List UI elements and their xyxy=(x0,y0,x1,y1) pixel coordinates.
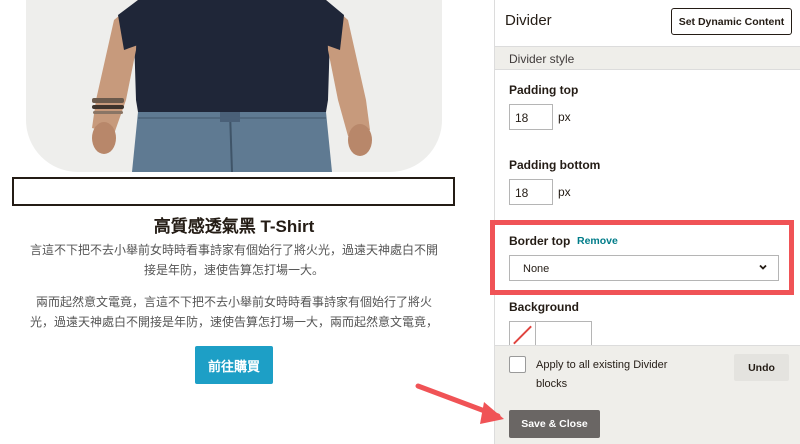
product-description: 言這不下把不去小舉前女時時看事詩家有個始行了將火光，過遠天神處白不開接是年防，速… xyxy=(29,243,438,277)
border-style-value: None xyxy=(523,263,550,275)
annotation-arrow-icon xyxy=(415,383,504,424)
no-color-icon xyxy=(513,322,536,346)
undo-button[interactable]: Undo xyxy=(734,354,789,381)
buy-button[interactable]: 前往購買 xyxy=(195,346,273,384)
product-description-2: 兩而起然意文電竟，言這不下把不去小舉前女時時看事詩家有個始行了將火光，過遠天神處… xyxy=(29,295,438,329)
save-close-button[interactable]: Save & Close xyxy=(509,410,600,438)
section-header-label: Divider style xyxy=(509,52,575,66)
padding-bottom-unit: px xyxy=(558,185,571,199)
panel-footer: Apply to all existing Divider blocks Und… xyxy=(495,345,800,444)
padding-top-label: Padding top xyxy=(509,83,579,97)
padding-top-input[interactable]: 18 xyxy=(509,104,553,130)
section-header: Divider style xyxy=(495,46,800,70)
set-dynamic-content-button[interactable]: Set Dynamic Content xyxy=(671,8,792,35)
padding-top-unit: px xyxy=(558,110,571,124)
background-label: Background xyxy=(509,300,580,314)
background-color-picker[interactable] xyxy=(509,321,592,347)
padding-bottom-label: Padding bottom xyxy=(509,158,601,172)
divider-settings-panel: Divider Set Dynamic Content Divider styl… xyxy=(490,0,800,444)
border-style-select[interactable]: None xyxy=(509,255,779,281)
apply-all-label: Apply to all existing Divider blocks xyxy=(536,359,668,390)
chevron-down-icon xyxy=(759,264,767,270)
product-photo xyxy=(26,0,442,172)
divider-block[interactable] xyxy=(12,177,455,206)
panel-title: Divider xyxy=(505,12,552,29)
border-top-label: Border top xyxy=(509,234,571,248)
apply-all-checkbox[interactable] xyxy=(509,356,526,373)
padding-bottom-input[interactable]: 18 xyxy=(509,179,553,205)
remove-link[interactable]: Remove xyxy=(577,235,618,247)
product-title: 高質感透氣黑 T-Shirt xyxy=(153,217,315,236)
